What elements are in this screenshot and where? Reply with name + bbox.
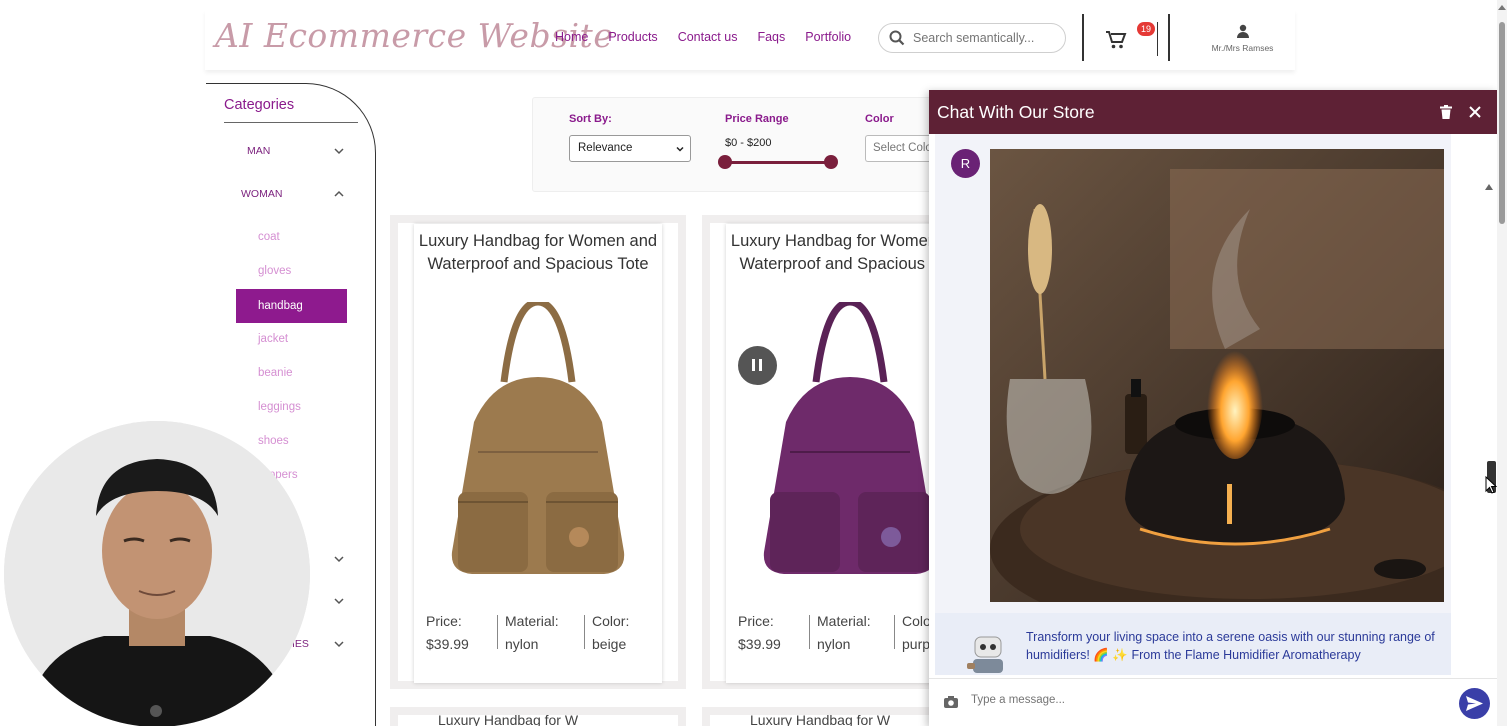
bot-message-text: Transform your living space into a seren…	[1026, 630, 1435, 662]
avatar: R	[951, 149, 980, 178]
color-label: Color:	[592, 613, 630, 629]
price-value: $39.99	[738, 635, 781, 652]
subcategory-shoes[interactable]: shoes	[258, 435, 289, 447]
page-scrollbar-thumb[interactable]	[1499, 22, 1505, 224]
sort-label: Sort By:	[569, 113, 612, 125]
scroll-up-arrow-icon[interactable]	[1498, 4, 1506, 12]
color-field: Color: beige	[592, 610, 629, 655]
price-value: $39.99	[426, 635, 469, 652]
person-icon	[1236, 24, 1249, 38]
price-field: Price: $39.99	[426, 610, 469, 655]
header-divider	[1168, 14, 1170, 61]
page: AI Ecommerce Website Home Products Conta…	[0, 0, 1507, 726]
robot-icon	[967, 636, 1003, 673]
pause-icon	[752, 359, 755, 371]
mouse-cursor-icon	[1485, 476, 1497, 494]
material-value: nylon	[505, 635, 539, 652]
search-icon	[889, 30, 905, 46]
material-value: nylon	[817, 635, 851, 652]
webcam-person-image	[4, 421, 310, 726]
material-field: Material: nylon	[817, 610, 871, 655]
sort-value: Relevance	[578, 142, 633, 154]
product-title-partial[interactable]: Luxury Handbag for W	[438, 712, 578, 726]
price-slider-min-handle[interactable]	[718, 155, 732, 169]
meta-divider	[809, 615, 810, 649]
color-label: Color	[865, 113, 894, 125]
header-divider	[1082, 14, 1084, 61]
cart-count-badge: 19	[1137, 22, 1155, 36]
product-image[interactable]	[746, 302, 954, 592]
color-value: beige	[592, 635, 627, 652]
webcam-overlay	[4, 421, 310, 726]
chat-title: Chat With Our Store	[937, 102, 1095, 122]
header-divider	[1157, 22, 1158, 56]
meta-divider	[497, 615, 498, 649]
price-label: Price:	[738, 613, 774, 629]
chat-input-bar	[929, 678, 1497, 726]
site-logo[interactable]: AI Ecommerce Website	[215, 16, 613, 55]
material-label: Material:	[817, 613, 871, 629]
chevron-down-icon[interactable]	[334, 641, 344, 648]
send-icon	[1466, 696, 1483, 711]
category-man[interactable]: MAN	[247, 145, 270, 157]
subcategory-jacket[interactable]: jacket	[258, 333, 288, 345]
category-woman[interactable]: WOMAN	[241, 188, 282, 200]
nav-contact[interactable]: Contact us	[678, 30, 738, 44]
meta-divider	[584, 615, 585, 649]
chevron-down-icon[interactable]	[334, 598, 344, 605]
chat-panel: Chat With Our Store R Transform your liv…	[929, 90, 1497, 726]
pause-button[interactable]	[738, 346, 777, 385]
search-input[interactable]	[913, 31, 1053, 45]
nav-faqs[interactable]: Faqs	[757, 30, 785, 44]
send-button[interactable]	[1459, 688, 1490, 719]
pause-icon	[759, 359, 762, 371]
filter-bar: Sort By: Relevance Price Range $0 - $200…	[532, 97, 953, 192]
product-image[interactable]	[434, 302, 642, 592]
chevron-down-icon[interactable]	[334, 556, 344, 563]
user-menu[interactable]: Mr./Mrs Ramses	[1200, 24, 1285, 53]
product-title[interactable]: Luxury Handbag for Women and Waterproof …	[414, 230, 662, 275]
chevron-down-icon[interactable]	[334, 148, 344, 155]
subcategory-leggings[interactable]: leggings	[258, 401, 301, 413]
cart-icon[interactable]	[1105, 30, 1127, 50]
product-title-partial[interactable]: Luxury Handbag for W	[750, 712, 890, 726]
subcategory-gloves[interactable]: gloves	[258, 265, 291, 277]
sidebar-divider	[224, 122, 358, 123]
price-slider-track[interactable]	[725, 161, 831, 164]
search-box[interactable]	[878, 23, 1066, 53]
user-name: Mr./Mrs Ramses	[1211, 43, 1274, 53]
message-input[interactable]	[971, 694, 1451, 706]
main-nav: Home Products Contact us Faqs Portfolio	[555, 30, 871, 44]
product-card[interactable]: Luxury Handbag for Women and Waterproof …	[414, 224, 662, 683]
chat-messages[interactable]: R Transform your living space into a ser…	[929, 134, 1497, 675]
nav-products[interactable]: Products	[608, 30, 657, 44]
price-range-value: $0 - $200	[725, 137, 772, 149]
subcategory-handbag-active[interactable]: handbag	[236, 289, 347, 323]
chat-scrollbar[interactable]	[1484, 180, 1494, 675]
chevron-up-icon[interactable]	[334, 190, 344, 197]
nav-portfolio[interactable]: Portfolio	[805, 30, 851, 44]
price-range-label: Price Range	[725, 113, 789, 125]
top-header: AI Ecommerce Website Home Products Conta…	[205, 10, 1295, 70]
material-field: Material: nylon	[505, 610, 559, 655]
subcategory-beanie[interactable]: beanie	[258, 367, 293, 379]
subcategory-coat[interactable]: coat	[258, 231, 280, 243]
price-label: Price:	[426, 613, 462, 629]
material-label: Material:	[505, 613, 559, 629]
chevron-down-icon	[676, 146, 684, 152]
trash-icon[interactable]	[1440, 105, 1452, 119]
price-field: Price: $39.99	[738, 610, 781, 655]
sidebar-title: Categories	[224, 97, 295, 113]
message-image[interactable]	[990, 149, 1444, 602]
nav-home[interactable]: Home	[555, 30, 588, 44]
chat-header: Chat With Our Store	[929, 90, 1497, 134]
close-icon[interactable]	[1469, 106, 1481, 118]
meta-divider	[894, 615, 895, 649]
price-slider-max-handle[interactable]	[824, 155, 838, 169]
sort-select[interactable]: Relevance	[569, 135, 691, 162]
camera-icon[interactable]	[944, 696, 958, 708]
